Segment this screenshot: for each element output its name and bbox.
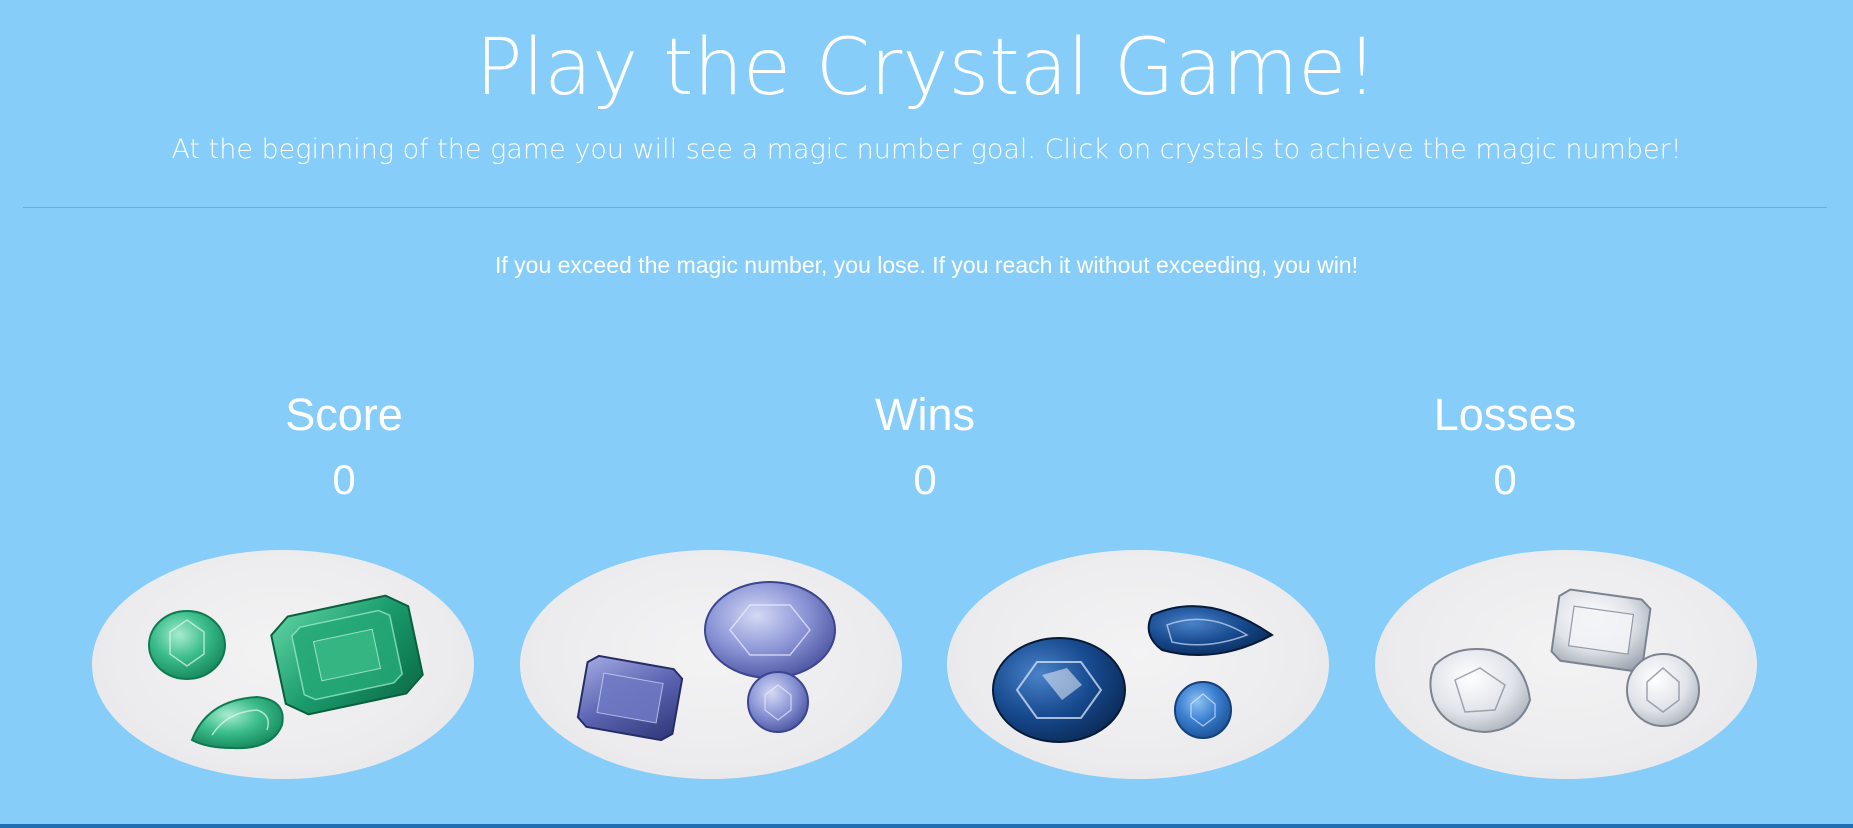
divider [23, 207, 1827, 208]
score-label: Score [285, 389, 403, 440]
score-value: 0 [332, 456, 356, 503]
game-instructions: At the beginning of the game you will se… [171, 134, 1682, 165]
score-panel: Score 0 [144, 385, 544, 515]
page-title: Play the Crystal Game! [475, 23, 1378, 113]
emerald-crystals-icon [148, 594, 424, 750]
crystal-sapphire-button[interactable] [947, 550, 1329, 779]
crystal-iolite-button[interactable] [520, 550, 902, 779]
losses-panel: Losses 0 [1305, 385, 1705, 515]
wins-label: Wins [875, 389, 975, 440]
crystal-clear-button[interactable] [1375, 550, 1757, 779]
wins-panel: Wins 0 [725, 385, 1125, 515]
wins-value: 0 [913, 456, 937, 503]
losses-value: 0 [1493, 456, 1517, 503]
sapphire-crystals-icon [992, 605, 1274, 743]
clear-crystals-icon [1429, 588, 1700, 734]
losses-label: Losses [1433, 389, 1577, 440]
bottom-bar [0, 824, 1853, 828]
crystal-emerald-button[interactable] [92, 550, 474, 779]
iolite-crystals-icon [576, 581, 836, 742]
game-rules: If you exceed the magic number, you lose… [495, 252, 1358, 278]
